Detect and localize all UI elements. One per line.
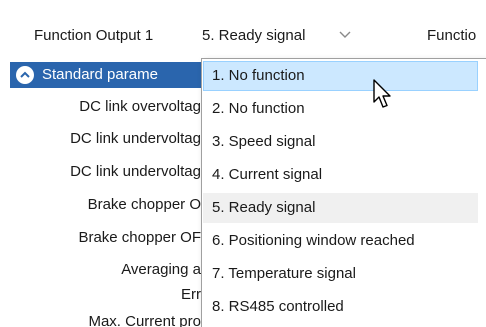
mouse-pointer-icon (373, 79, 391, 108)
dropdown-option[interactable]: 1. No function (203, 61, 478, 91)
dropdown-option[interactable]: 7. Temperature signal (203, 259, 478, 289)
param-label: Brake chopper OF (78, 229, 201, 246)
collapse-icon[interactable] (16, 66, 34, 84)
dropdown-option[interactable]: 3. Speed signal (203, 127, 478, 157)
dropdown-option-selected[interactable]: 5. Ready signal (203, 193, 478, 223)
param-label: DC link undervoltag (70, 163, 201, 180)
param-label: Averaging a (121, 261, 201, 278)
function-output-1-label: Function Output 1 (34, 27, 154, 44)
param-label: Brake chopper O (87, 196, 201, 213)
param-label: Err (181, 286, 201, 303)
dropdown-option[interactable]: 4. Current signal (203, 160, 478, 190)
function-output-dropdown-list: 1. No function 2. No function 3. Speed s… (201, 58, 486, 327)
combobox-value: 5. Ready signal (202, 27, 306, 44)
dropdown-option[interactable]: 6. Positioning window reached (203, 226, 478, 256)
chevron-down-icon (339, 31, 351, 38)
param-label: DC link overvoltag (79, 98, 201, 115)
section-title: Standard parame (42, 66, 158, 83)
standard-parameters-section-header[interactable]: Standard parame (10, 62, 210, 88)
function-output-1-combobox[interactable]: 5. Ready signal (195, 17, 365, 53)
function-output-2-label: Functio (427, 27, 477, 44)
param-label: DC link undervoltag (70, 130, 201, 147)
dropdown-option[interactable]: 2. No function (203, 94, 478, 124)
dropdown-option[interactable]: 8. RS485 controlled (203, 292, 478, 322)
param-label: Max. Current pro (88, 313, 201, 327)
